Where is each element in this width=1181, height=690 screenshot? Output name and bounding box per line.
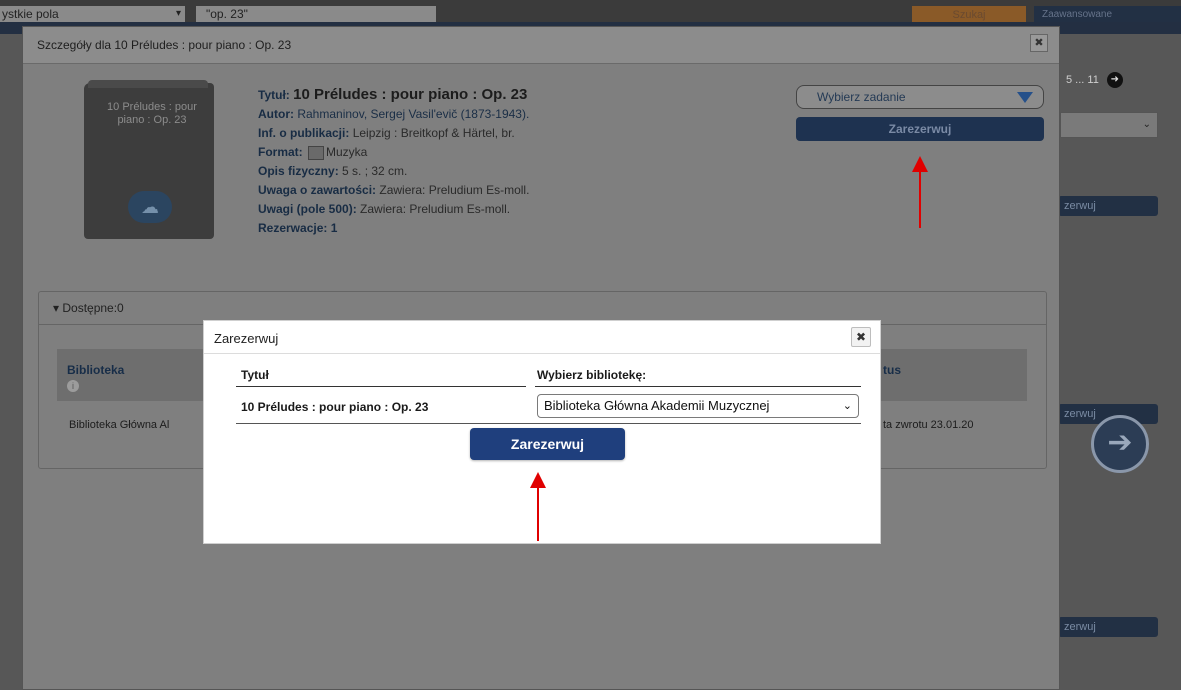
background-reserve-button-1[interactable]: zerwuj	[1058, 196, 1158, 216]
meta-publication-label: Inf. o publikacji:	[258, 126, 350, 140]
row-library: Biblioteka Główna Al	[69, 419, 170, 431]
close-icon[interactable]: ✖	[1030, 34, 1048, 52]
next-page-icon[interactable]: ➜	[1106, 72, 1123, 88]
row-rule	[236, 423, 861, 424]
meta-author-row: Autor: Rahmaninov, Sergej Vasil'evič (18…	[258, 105, 529, 124]
meta-notes-500-row: Uwagi (pole 500): Zawiera: Preludium Es-…	[258, 200, 529, 219]
reserve-modal: Zarezerwuj ✖ Tytuł Wybierz bibliotekę: 1…	[203, 320, 881, 544]
meta-content-note-label: Uwaga o zawartości:	[258, 183, 377, 197]
red-arrow-annotation-bottom	[530, 472, 546, 541]
search-field-select-label: ystkie pola	[2, 7, 59, 21]
meta-title-label: Tytuł:	[258, 88, 290, 102]
meta-notes-500-label: Uwagi (pole 500):	[258, 202, 357, 216]
pager-text: 5 ... 11	[1066, 73, 1099, 86]
background-left-column	[0, 34, 22, 690]
chevron-down-icon: ▾	[175, 8, 181, 19]
red-arrowhead	[530, 472, 546, 488]
column-status: tus	[883, 363, 901, 377]
cloud-icon: ☁	[128, 191, 172, 223]
record-metadata: Tytuł: 10 Préludes : pour piano : Op. 23…	[258, 85, 529, 238]
library-select-value: Biblioteka Główna Akademii Muzycznej	[544, 398, 770, 413]
meta-notes-500-value: Zawiera: Preludium Es-moll.	[360, 202, 511, 216]
red-arrow-annotation-top	[912, 156, 928, 228]
background-reserve-button-3[interactable]: zerwuj	[1058, 617, 1158, 637]
task-select-label: Wybierz zadanie	[817, 90, 906, 104]
modal-item-title: 10 Préludes : pour piano : Op. 23	[241, 400, 429, 414]
red-arrowhead	[912, 156, 928, 172]
task-select[interactable]: Wybierz zadanie	[796, 85, 1044, 109]
next-record-arrow-icon[interactable]: ➔	[1091, 415, 1149, 473]
header-rule-left	[236, 386, 526, 387]
info-icon[interactable]: i	[67, 380, 79, 392]
meta-publication-row: Inf. o publikacji: Leipzig : Breitkopf &…	[258, 124, 529, 143]
close-icon[interactable]: ✖	[851, 327, 871, 347]
meta-format-label: Format:	[258, 145, 303, 159]
meta-format-row: Format: Muzyka	[258, 143, 529, 162]
sort-select[interactable]: ⌄	[1060, 112, 1158, 138]
meta-content-note-row: Uwaga o zawartości: Zawiera: Preludium E…	[258, 181, 529, 200]
meta-title-value: 10 Préludes : pour piano : Op. 23	[293, 86, 528, 103]
meta-physical-value: 5 s. ; 32 cm.	[342, 164, 408, 178]
book-cover: 10 Préludes : pour piano : Op. 23 ☁	[84, 80, 214, 239]
header-rule-right	[535, 386, 861, 387]
reserve-button[interactable]: Zarezerwuj	[796, 117, 1044, 141]
author-link[interactable]: Rahmaninov, Sergej Vasil'evič (1873-1943…	[297, 107, 529, 121]
modal-reserve-button[interactable]: Zarezerwuj	[470, 428, 625, 460]
results-pager[interactable]: 5 ... 11 ➜	[1066, 72, 1123, 88]
dropdown-triangle-icon	[1017, 92, 1033, 103]
meta-title-row: Tytuł: 10 Préludes : pour piano : Op. 23	[258, 85, 529, 105]
detail-title: Szczegóły dla 10 Préludes : pour piano :…	[37, 38, 292, 52]
library-select[interactable]: Biblioteka Główna Akademii Muzycznej ⌄	[537, 394, 859, 418]
meta-reservations: Rezerwacje: 1	[258, 221, 338, 235]
reserve-modal-header: Zarezerwuj ✖	[204, 321, 880, 354]
modal-column-title: Tytuł	[241, 368, 269, 382]
music-format-icon	[308, 145, 325, 160]
meta-publication-value: Leipzig : Breitkopf & Härtel, br.	[352, 126, 515, 140]
meta-format-value: Muzyka	[326, 145, 368, 159]
meta-content-note-value: Zawiera: Preludium Es-moll.	[379, 183, 530, 197]
search-input[interactable]: "op. 23"	[196, 6, 436, 22]
column-library: Biblioteka	[67, 363, 125, 377]
search-field-select[interactable]: ystkie pola ▾	[0, 6, 185, 22]
meta-author-label: Autor:	[258, 107, 294, 121]
detail-header: Szczegóły dla 10 Préludes : pour piano :…	[23, 27, 1059, 64]
chevron-down-icon: ⌄	[842, 400, 852, 412]
book-spine	[88, 80, 208, 88]
meta-physical-row: Opis fizyczny: 5 s. ; 32 cm.	[258, 162, 529, 181]
modal-column-library: Wybierz bibliotekę:	[537, 368, 647, 382]
row-status: ta zwrotu 23.01.20	[883, 419, 974, 431]
reserve-modal-title: Zarezerwuj	[214, 331, 279, 346]
book-cover-text: 10 Préludes : pour piano : Op. 23	[107, 101, 197, 126]
meta-physical-label: Opis fizyczny:	[258, 164, 339, 178]
